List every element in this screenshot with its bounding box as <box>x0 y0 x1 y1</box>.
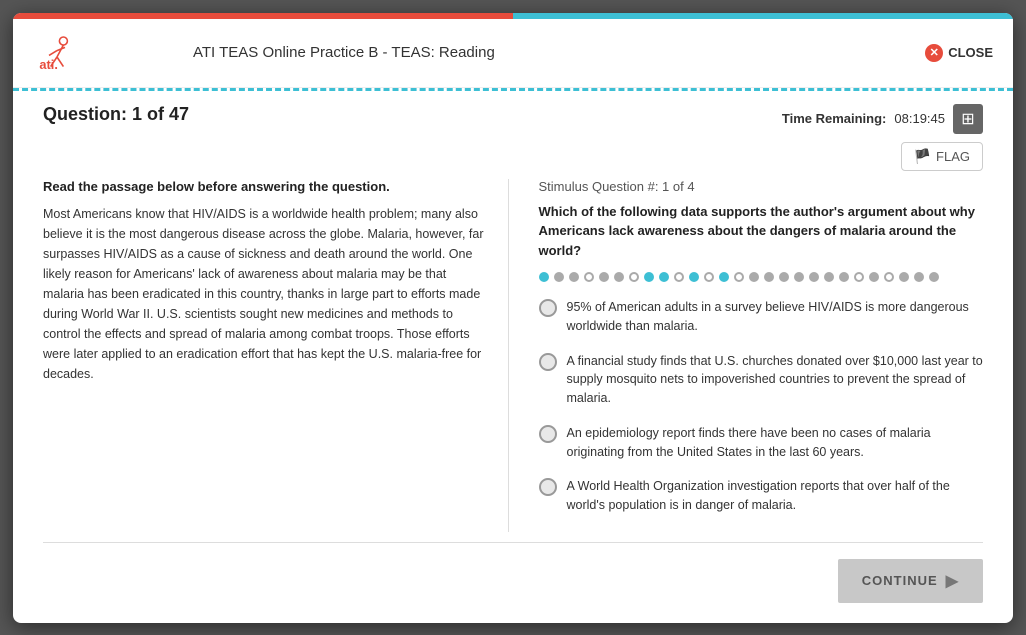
question-bar: Question: 1 of 47 Time Remaining: 08:19:… <box>13 92 1013 179</box>
answer-option[interactable]: 95% of American adults in a survey belie… <box>539 298 984 336</box>
content-area: Read the passage below before answering … <box>13 179 1013 542</box>
progress-dot <box>704 272 714 282</box>
passage-text: Most Americans know that HIV/AIDS is a w… <box>43 204 488 384</box>
header-title: ATI TEAS Online Practice B - TEAS: Readi… <box>173 44 925 61</box>
answer-option[interactable]: A World Health Organization investigatio… <box>539 477 984 515</box>
radio-button[interactable] <box>539 299 557 317</box>
progress-dot <box>629 272 639 282</box>
progress-dot <box>899 272 909 282</box>
progress-dot <box>914 272 924 282</box>
timer-value: 08:19:45 <box>894 111 945 126</box>
svg-text:ati.: ati. <box>39 57 58 72</box>
main-window: ati. ATI TEAS Online Practice B - TEAS: … <box>13 13 1013 623</box>
progress-dot <box>569 272 579 282</box>
progress-dot <box>764 272 774 282</box>
logo-area: ati. <box>33 29 173 77</box>
progress-dot <box>809 272 819 282</box>
answer-option[interactable]: An epidemiology report finds there have … <box>539 424 984 462</box>
footer-divider <box>43 542 983 543</box>
progress-dot <box>839 272 849 282</box>
left-panel: Read the passage below before answering … <box>43 179 509 532</box>
header: ati. ATI TEAS Online Practice B - TEAS: … <box>13 19 1013 88</box>
progress-dot <box>869 272 879 282</box>
continue-button[interactable]: CONTINUE ▶ <box>838 559 983 603</box>
close-button[interactable]: ✕ CLOSE <box>925 44 993 62</box>
progress-dot <box>779 272 789 282</box>
progress-dot <box>539 272 549 282</box>
answer-options: 95% of American adults in a survey belie… <box>539 298 984 515</box>
option-text: A financial study finds that U.S. church… <box>567 352 984 408</box>
question-text: Which of the following data supports the… <box>539 202 984 261</box>
timer-row: Time Remaining: 08:19:45 ⊞ <box>782 104 983 134</box>
progress-dot <box>644 272 654 282</box>
progress-dot <box>614 272 624 282</box>
flag-icon: 🏴 <box>914 148 931 165</box>
timer-area: Time Remaining: 08:19:45 ⊞ 🏴 FLAG <box>782 104 983 171</box>
progress-dot <box>584 272 594 282</box>
continue-label: CONTINUE <box>862 573 938 588</box>
flag-label: FLAG <box>936 149 970 164</box>
progress-dot <box>734 272 744 282</box>
radio-button[interactable] <box>539 478 557 496</box>
progress-dot <box>719 272 729 282</box>
answer-option[interactable]: A financial study finds that U.S. church… <box>539 352 984 408</box>
progress-dot <box>749 272 759 282</box>
option-text: 95% of American adults in a survey belie… <box>567 298 984 336</box>
timer-label: Time Remaining: <box>782 111 887 126</box>
radio-button[interactable] <box>539 353 557 371</box>
question-number: Question: 1 of 47 <box>43 104 189 125</box>
option-text: An epidemiology report finds there have … <box>567 424 984 462</box>
passage-instruction: Read the passage below before answering … <box>43 179 488 194</box>
arrow-right-icon: ▶ <box>946 571 959 591</box>
progress-dot <box>884 272 894 282</box>
option-text: A World Health Organization investigatio… <box>567 477 984 515</box>
progress-dot <box>929 272 939 282</box>
radio-button[interactable] <box>539 425 557 443</box>
progress-dot <box>854 272 864 282</box>
progress-dot <box>554 272 564 282</box>
progress-dot <box>794 272 804 282</box>
progress-dot <box>824 272 834 282</box>
progress-dot <box>674 272 684 282</box>
footer: CONTINUE ▶ <box>13 549 1013 623</box>
close-label: CLOSE <box>948 45 993 60</box>
calculator-button[interactable]: ⊞ <box>953 104 983 134</box>
progress-dots <box>539 272 984 282</box>
close-icon: ✕ <box>925 44 943 62</box>
progress-dot <box>689 272 699 282</box>
stimulus-header: Stimulus Question #: 1 of 4 <box>539 179 984 194</box>
right-panel: Stimulus Question #: 1 of 4 Which of the… <box>529 179 984 532</box>
progress-dot <box>599 272 609 282</box>
progress-dot <box>659 272 669 282</box>
flag-button[interactable]: 🏴 FLAG <box>901 142 983 171</box>
ati-logo: ati. <box>33 29 81 77</box>
